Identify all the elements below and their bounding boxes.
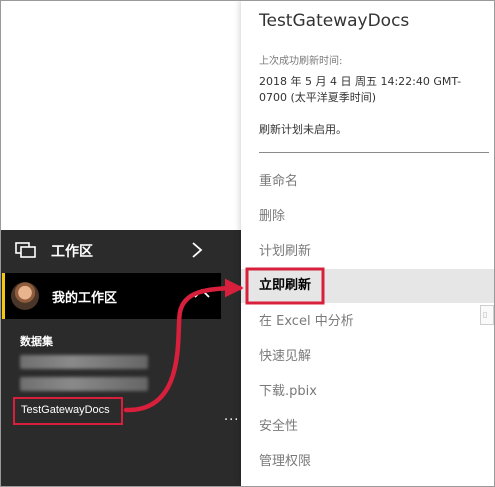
menu-item-label: 快速见解	[259, 349, 312, 364]
more-options-icon[interactable]: ...	[224, 410, 239, 423]
menu-item-label: 删除	[259, 209, 286, 224]
datasets-heading: 数据集	[20, 335, 53, 348]
menu-item-manage-permissions[interactable]: 管理权限	[241, 445, 495, 479]
my-workspace-label: 我的工作区	[52, 291, 118, 306]
panel-title: TestGatewayDocs	[259, 11, 410, 31]
menu-item-schedule-refresh[interactable]: 计划刷新	[241, 235, 495, 269]
menu-item-security[interactable]: 安全性	[241, 410, 495, 444]
menu-item-analyze-in-excel[interactable]: 在 Excel 中分析	[241, 305, 495, 339]
workspaces-label: 工作区	[51, 244, 93, 260]
menu-item-label: 立即刷新	[259, 278, 312, 293]
menu-item-quick-insights[interactable]: 快速见解	[241, 340, 495, 374]
divider	[259, 152, 489, 153]
menu-item-label: 在 Excel 中分析	[259, 314, 354, 329]
last-refresh-time: 2018 年 5 月 4 日 周五 14:22:40 GMT-0700 (太平洋…	[259, 75, 462, 104]
last-refresh-heading: 上次成功刷新时间:	[259, 56, 343, 67]
menu-item-delete[interactable]: 删除	[241, 200, 495, 234]
workspaces-icon	[15, 242, 36, 258]
avatar	[11, 282, 39, 310]
dataset-item-blurred[interactable]	[20, 355, 148, 369]
dataset-item-blurred[interactable]	[20, 377, 148, 391]
refresh-schedule-status: 刷新计划未启用。	[259, 123, 347, 136]
menu-item-label: 下载.pbix	[259, 384, 317, 399]
dataset-context-menu: TestGatewayDocs 上次成功刷新时间: 2018 年 5 月 4 日…	[241, 0, 495, 487]
menu-item-label: 重命名	[259, 174, 299, 189]
menu-item-label: 安全性	[259, 419, 299, 434]
dataset-item-selected[interactable]: TestGatewayDocs	[13, 397, 123, 425]
left-nav: 工作区 我的工作区 数据集 TestGatewayDocs ...	[1, 230, 241, 486]
chevron-up-icon[interactable]	[193, 287, 211, 299]
menu-item-label: 管理权限	[259, 454, 312, 469]
edge-tab[interactable]: ▯	[480, 305, 494, 325]
workspaces-nav-item[interactable]: 工作区	[1, 230, 241, 270]
chevron-right-icon[interactable]	[191, 241, 203, 259]
menu-item-download-pbix[interactable]: 下载.pbix	[241, 375, 495, 409]
menu-item-label: 计划刷新	[259, 244, 312, 259]
my-workspace-nav-item[interactable]: 我的工作区	[2, 273, 221, 319]
menu-item-refresh-now[interactable]: 立即刷新	[241, 269, 495, 303]
menu-item-rename[interactable]: 重命名	[241, 165, 495, 199]
